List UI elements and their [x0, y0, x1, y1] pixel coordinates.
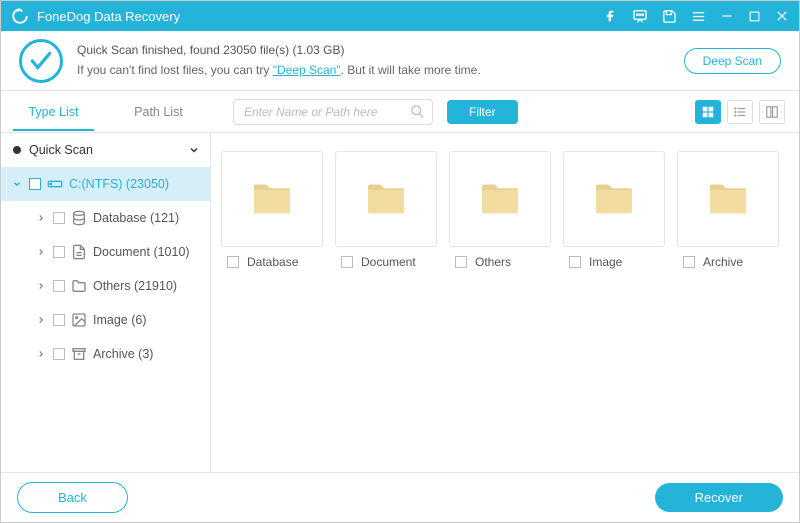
checkbox[interactable] — [29, 178, 41, 190]
feedback-icon[interactable] — [632, 8, 648, 24]
checkmark-icon — [19, 39, 63, 83]
status-line2: If you can't find lost files, you can tr… — [77, 61, 684, 80]
checkbox[interactable] — [455, 256, 467, 268]
tab-type-list[interactable]: Type List — [1, 93, 106, 131]
folder-card[interactable]: Document — [335, 151, 437, 269]
recover-button[interactable]: Recover — [655, 483, 783, 512]
tree-item[interactable]: Database (121) — [1, 201, 210, 235]
tree-item-label: Document (1010) — [93, 245, 190, 259]
folder-card[interactable]: Database — [221, 151, 323, 269]
tree-item[interactable]: Image (6) — [1, 303, 210, 337]
menu-icon[interactable] — [691, 9, 706, 24]
chevron-down-icon — [11, 179, 23, 189]
tree-item-label: Archive (3) — [93, 347, 153, 361]
checkbox[interactable] — [53, 314, 65, 326]
checkbox[interactable] — [53, 246, 65, 258]
sidebar-tree: Quick Scan C:(NTFS) (23050) Database (12… — [1, 133, 211, 473]
maximize-button[interactable] — [748, 10, 761, 23]
tree-item-label: Image (6) — [93, 313, 147, 327]
view-mode-buttons — [695, 100, 785, 124]
status-banner: Quick Scan finished, found 23050 file(s)… — [1, 31, 799, 91]
detail-view-button[interactable] — [759, 100, 785, 124]
app-title: FoneDog Data Recovery — [37, 9, 604, 24]
tree-item[interactable]: Others (21910) — [1, 269, 210, 303]
tree-root-quick-scan[interactable]: Quick Scan — [1, 133, 210, 167]
save-icon[interactable] — [662, 9, 677, 24]
drive-icon — [47, 176, 63, 192]
deep-scan-link[interactable]: "Deep Scan" — [273, 63, 341, 77]
image-icon — [71, 312, 87, 328]
checkbox[interactable] — [53, 348, 65, 360]
search-wrap — [233, 99, 433, 125]
window-controls — [604, 8, 789, 24]
folder-card-label: Archive — [703, 255, 743, 269]
toolbar: Type List Path List Filter — [1, 91, 799, 133]
folder-card[interactable]: Others — [449, 151, 551, 269]
checkbox[interactable] — [341, 256, 353, 268]
checkbox[interactable] — [227, 256, 239, 268]
folder-icon — [677, 151, 779, 247]
search-icon[interactable] — [410, 104, 425, 119]
titlebar: FoneDog Data Recovery — [1, 1, 799, 31]
folder-icon — [71, 278, 87, 294]
database-icon — [71, 210, 87, 226]
content-panel: Database Document Others Image Archive — [211, 133, 799, 473]
archive-icon — [71, 346, 87, 362]
list-view-button[interactable] — [727, 100, 753, 124]
chevron-right-icon — [35, 213, 47, 223]
tree-drive-c[interactable]: C:(NTFS) (23050) — [1, 167, 210, 201]
app-logo-icon — [11, 7, 29, 25]
tree-item[interactable]: Document (1010) — [1, 235, 210, 269]
checkbox[interactable] — [569, 256, 581, 268]
close-button[interactable] — [775, 9, 789, 23]
status-line1: Quick Scan finished, found 23050 file(s)… — [77, 41, 684, 60]
folder-card[interactable]: Image — [563, 151, 665, 269]
grid-view-button[interactable] — [695, 100, 721, 124]
folder-cards: Database Document Others Image Archive — [221, 151, 789, 269]
tree-item-label: Others (21910) — [93, 279, 177, 293]
folder-icon — [563, 151, 665, 247]
folder-card[interactable]: Archive — [677, 151, 779, 269]
deep-scan-button[interactable]: Deep Scan — [684, 48, 781, 74]
tab-path-list[interactable]: Path List — [106, 93, 211, 131]
checkbox[interactable] — [683, 256, 695, 268]
document-icon — [71, 244, 87, 260]
folder-card-label: Image — [589, 255, 622, 269]
status-messages: Quick Scan finished, found 23050 file(s)… — [77, 41, 684, 79]
list-tabs: Type List Path List — [1, 93, 211, 131]
minimize-button[interactable] — [720, 9, 734, 23]
filter-button[interactable]: Filter — [447, 100, 518, 124]
chevron-right-icon — [35, 349, 47, 359]
chevron-right-icon — [35, 247, 47, 257]
facebook-icon[interactable] — [604, 9, 618, 23]
folder-icon — [449, 151, 551, 247]
folder-icon — [221, 151, 323, 247]
folder-card-label: Document — [361, 255, 416, 269]
chevron-right-icon — [35, 315, 47, 325]
chevron-right-icon — [35, 281, 47, 291]
chevron-down-icon[interactable] — [188, 144, 200, 156]
tree-item-label: Database (121) — [93, 211, 179, 225]
tree-item[interactable]: Archive (3) — [1, 337, 210, 371]
folder-card-label: Others — [475, 255, 511, 269]
footer: Back Recover — [1, 472, 799, 522]
search-input[interactable] — [233, 99, 433, 125]
checkbox[interactable] — [53, 280, 65, 292]
checkbox[interactable] — [53, 212, 65, 224]
back-button[interactable]: Back — [17, 482, 128, 513]
main-area: Quick Scan C:(NTFS) (23050) Database (12… — [1, 133, 799, 473]
bullet-icon — [11, 145, 23, 155]
folder-icon — [335, 151, 437, 247]
folder-card-label: Database — [247, 255, 298, 269]
